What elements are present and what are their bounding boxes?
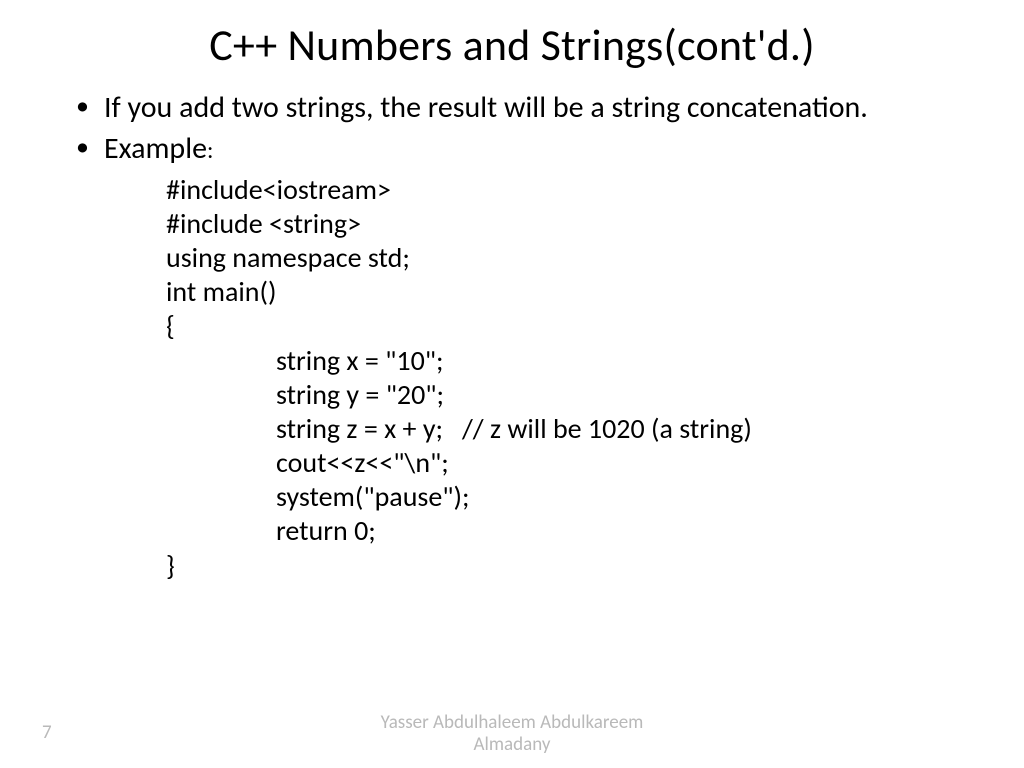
slide: C++ Numbers and Strings(cont'd.) If you …	[0, 0, 1024, 768]
code-line: using namespace std;	[166, 241, 954, 275]
code-line: int main()	[166, 275, 954, 309]
code-block: #include<iostream> #include <string> usi…	[70, 173, 954, 583]
bullet-list: If you add two strings, the result will …	[70, 90, 954, 583]
footer-author: Yasser Abdulhaleem Abdulkareem Almadany	[0, 712, 1024, 756]
code-line: string x = "10";	[166, 344, 954, 378]
code-line: string z = x + y; // z will be 1020 (a s…	[166, 412, 954, 446]
slide-title: C++ Numbers and Strings(cont'd.)	[70, 18, 954, 72]
code-line: #include <string>	[166, 207, 954, 241]
author-line-1: Yasser Abdulhaleem Abdulkareem	[381, 711, 644, 734]
bullet-colon: :	[207, 136, 213, 165]
code-line: string y = "20";	[166, 378, 954, 412]
bullet-item: If you add two strings, the result will …	[70, 90, 954, 125]
code-line: #include<iostream>	[166, 173, 954, 207]
code-line: return 0;	[166, 514, 954, 548]
bullet-text: If you add two strings, the result will …	[104, 89, 868, 126]
author-line-2: Almadany	[474, 733, 551, 756]
code-line: cout<<z<<"\n";	[166, 446, 954, 480]
bullet-item: Example:	[70, 131, 954, 166]
code-line: {	[166, 309, 954, 343]
code-line: system("pause");	[166, 480, 954, 514]
bullet-text: Example	[104, 130, 207, 167]
code-line: }	[166, 549, 954, 583]
